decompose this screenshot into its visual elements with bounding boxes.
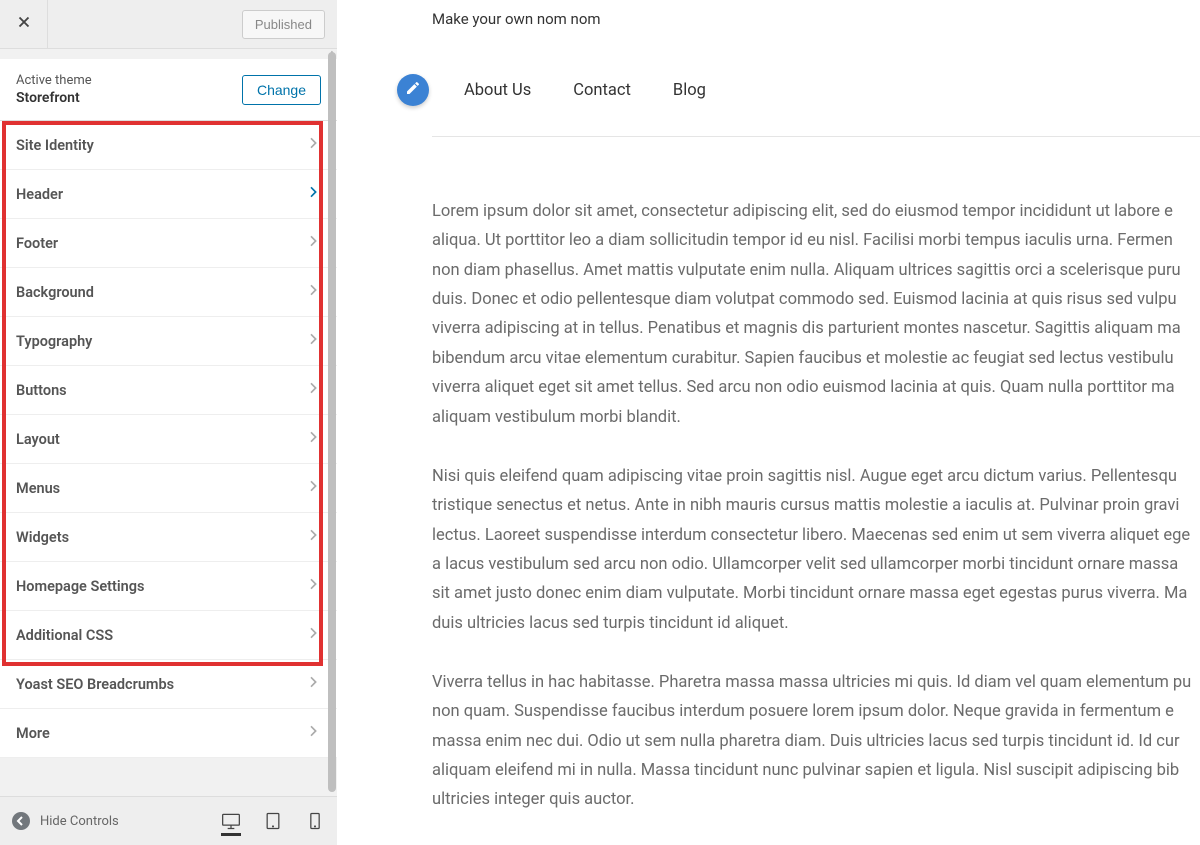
panel-item-label: Header bbox=[16, 186, 63, 203]
close-icon bbox=[15, 13, 33, 35]
preview-header: Make your own nom nom About Us Contact Blo… bbox=[337, 10, 1200, 137]
active-theme-name: Storefront bbox=[16, 90, 92, 106]
scrollbar-track[interactable] bbox=[327, 52, 337, 796]
nav-link-blog[interactable]: Blog bbox=[673, 81, 706, 100]
active-theme-row: Active theme Storefront Change bbox=[0, 59, 337, 121]
close-button[interactable] bbox=[0, 0, 48, 48]
panel-item-label: Background bbox=[16, 284, 94, 301]
scrollbar-thumb[interactable] bbox=[328, 52, 336, 792]
panel-item-label: Homepage Settings bbox=[16, 578, 144, 595]
page-content: Lorem ipsum dolor sit amet, consectetur … bbox=[337, 137, 1200, 815]
chevron-right-icon bbox=[305, 674, 321, 694]
panel-item-site-identity[interactable]: Site Identity bbox=[0, 121, 337, 170]
edit-shortcut-button[interactable] bbox=[397, 74, 429, 106]
site-preview: Make your own nom nom About Us Contact Blo… bbox=[337, 0, 1200, 845]
collapse-icon bbox=[12, 812, 30, 830]
pencil-icon bbox=[405, 80, 421, 100]
sidebar-topbar: Published bbox=[0, 0, 337, 49]
panel-item-typography[interactable]: Typography bbox=[0, 317, 337, 366]
panel-item-label: Typography bbox=[16, 333, 92, 350]
panel-item-label: Footer bbox=[16, 235, 58, 252]
panel-item-menus[interactable]: Menus bbox=[0, 464, 337, 513]
panel-item-additional-css[interactable]: Additional CSS bbox=[0, 611, 337, 660]
panel-item-more[interactable]: More bbox=[0, 709, 337, 758]
site-tagline: Make your own nom nom bbox=[432, 10, 1200, 28]
chevron-right-icon bbox=[305, 331, 321, 351]
panel-item-label: More bbox=[16, 725, 50, 742]
chevron-right-icon bbox=[305, 478, 321, 498]
panel-item-buttons[interactable]: Buttons bbox=[0, 366, 337, 415]
panel-item-yoast-seo-breadcrumbs[interactable]: Yoast SEO Breadcrumbs bbox=[0, 660, 337, 709]
chevron-right-icon bbox=[305, 429, 321, 449]
nav-link-contact[interactable]: Contact bbox=[573, 81, 631, 100]
chevron-right-icon bbox=[305, 527, 321, 547]
panel-item-header[interactable]: Header bbox=[0, 170, 337, 219]
chevron-right-icon bbox=[305, 625, 321, 645]
nav-link-about-us[interactable]: About Us bbox=[464, 81, 531, 100]
chevron-right-icon bbox=[305, 576, 321, 596]
chevron-right-icon bbox=[305, 233, 321, 253]
panel-item-label: Yoast SEO Breadcrumbs bbox=[16, 676, 174, 693]
chevron-right-icon bbox=[305, 723, 321, 743]
change-theme-button[interactable]: Change bbox=[242, 75, 321, 105]
content-paragraph: Nisi quis eleifend quam adipiscing vitae… bbox=[432, 462, 1200, 638]
nav-row: About Us Contact Blog bbox=[432, 74, 1200, 137]
device-mobile-button[interactable] bbox=[305, 811, 325, 831]
panel-item-background[interactable]: Background bbox=[0, 268, 337, 317]
panel-list: Site Identity Header Footer Background Typog… bbox=[0, 121, 337, 796]
panel-item-label: Site Identity bbox=[16, 137, 94, 154]
content-paragraph: Viverra tellus in hac habitasse. Pharetr… bbox=[432, 668, 1200, 815]
panel-item-footer[interactable]: Footer bbox=[0, 219, 337, 268]
panel-item-widgets[interactable]: Widgets bbox=[0, 513, 337, 562]
content-paragraph: Lorem ipsum dolor sit amet, consectetur … bbox=[432, 197, 1200, 432]
panel-item-label: Additional CSS bbox=[16, 627, 113, 644]
sidebar-footer: Hide Controls bbox=[0, 796, 337, 845]
chevron-right-icon bbox=[305, 135, 321, 155]
publish-status-button[interactable]: Published bbox=[242, 10, 325, 39]
hide-controls-button[interactable]: Hide Controls bbox=[12, 812, 119, 830]
chevron-right-icon bbox=[305, 184, 321, 204]
hide-controls-label: Hide Controls bbox=[40, 814, 119, 829]
panel-item-homepage-settings[interactable]: Homepage Settings bbox=[0, 562, 337, 611]
device-desktop-button[interactable] bbox=[221, 811, 241, 836]
chevron-right-icon bbox=[305, 380, 321, 400]
panel-item-label: Menus bbox=[16, 480, 60, 497]
primary-nav: About Us Contact Blog bbox=[464, 81, 706, 100]
panel-item-label: Layout bbox=[16, 431, 60, 448]
active-theme-label: Active theme bbox=[16, 73, 92, 88]
panel-item-label: Buttons bbox=[16, 382, 67, 399]
customizer-sidebar: Published ▲ Active theme Storefront Chan… bbox=[0, 0, 337, 845]
chevron-right-icon bbox=[305, 282, 321, 302]
device-tablet-button[interactable] bbox=[263, 811, 283, 831]
panel-item-layout[interactable]: Layout bbox=[0, 415, 337, 464]
device-switcher bbox=[221, 811, 325, 831]
panel-item-label: Widgets bbox=[16, 529, 69, 546]
